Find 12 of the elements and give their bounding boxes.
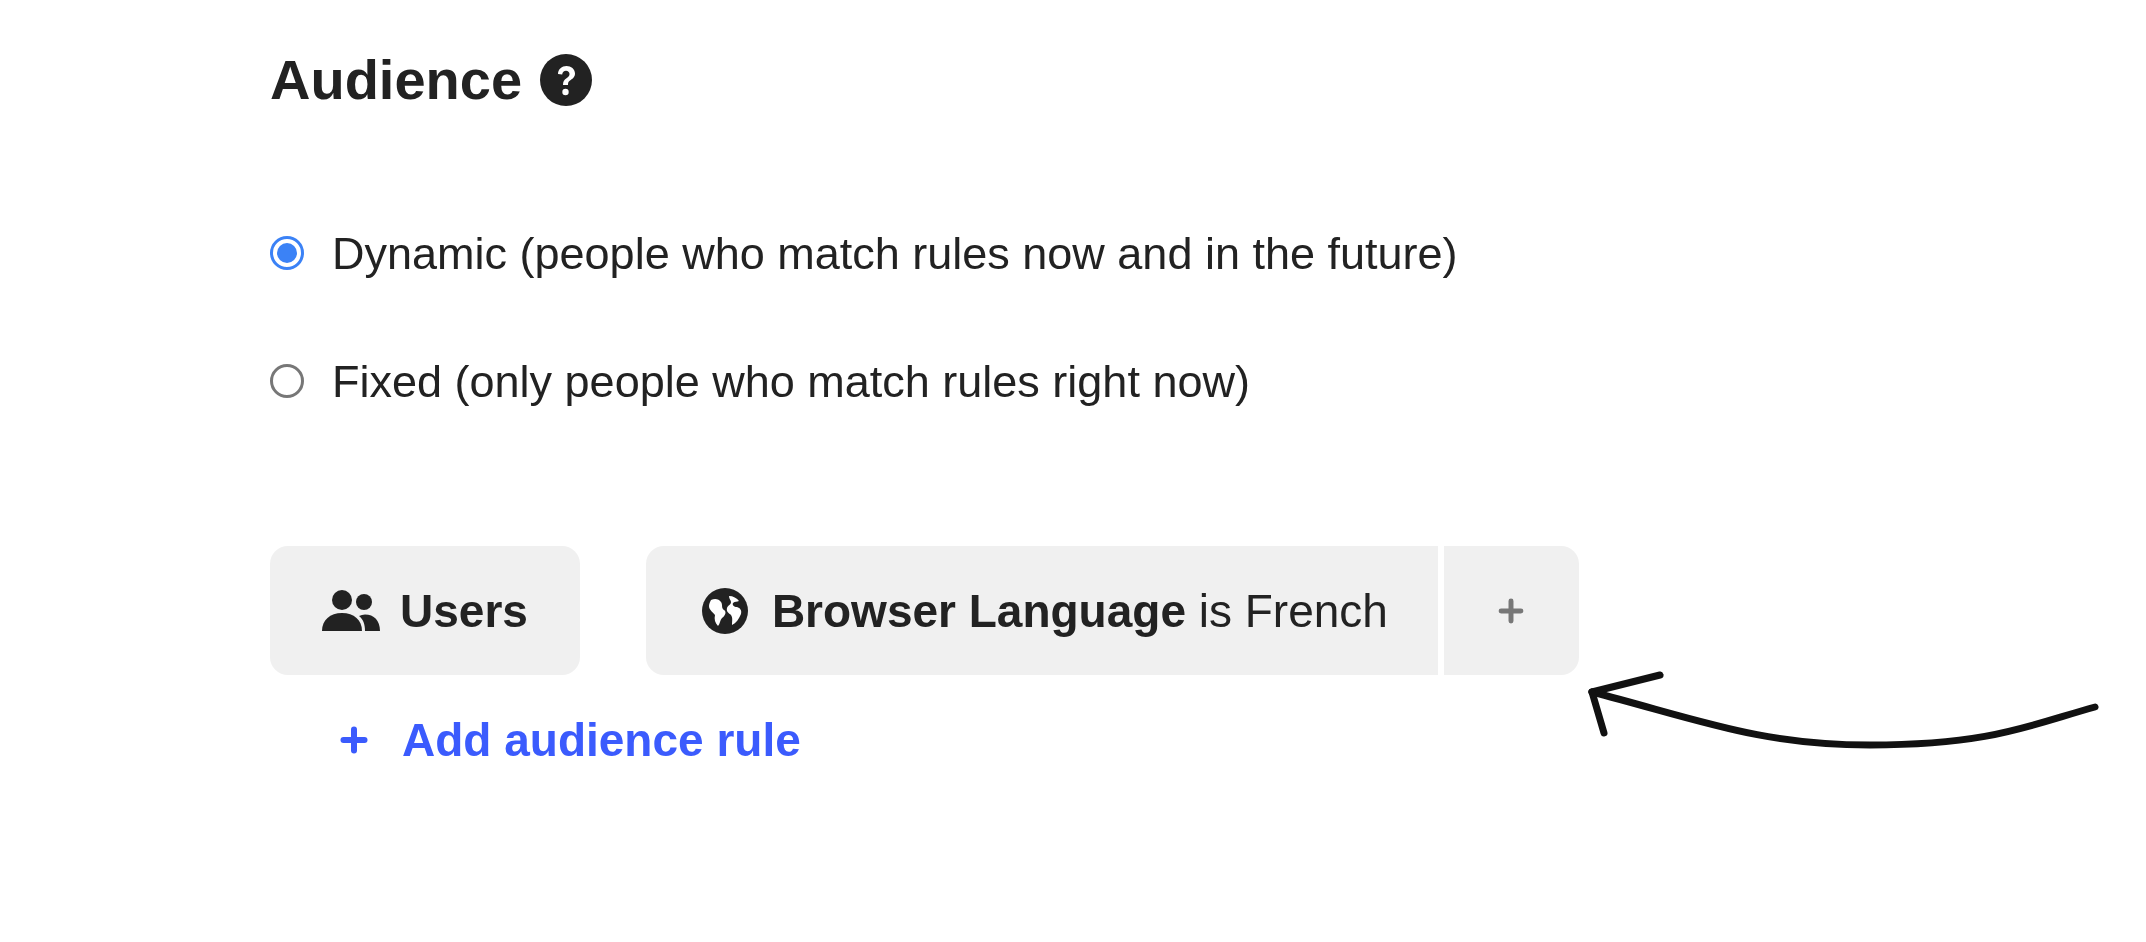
subject-chip[interactable]: Users (270, 546, 580, 675)
radio-button[interactable] (270, 364, 304, 398)
users-icon (322, 588, 380, 633)
add-rule-link[interactable]: Add audience rule (336, 717, 801, 763)
subject-label: Users (400, 587, 528, 634)
radio-button[interactable] (270, 236, 304, 270)
help-icon[interactable] (540, 54, 593, 106)
radio-label: Fixed (only people who match rules right now) (332, 358, 1250, 404)
globe-icon (701, 587, 748, 634)
condition-chip[interactable]: Browser Language is French (645, 546, 1438, 675)
radio-label: Dynamic (people who match rules now and in the future) (332, 230, 1458, 276)
section-title: Audience (270, 52, 523, 108)
